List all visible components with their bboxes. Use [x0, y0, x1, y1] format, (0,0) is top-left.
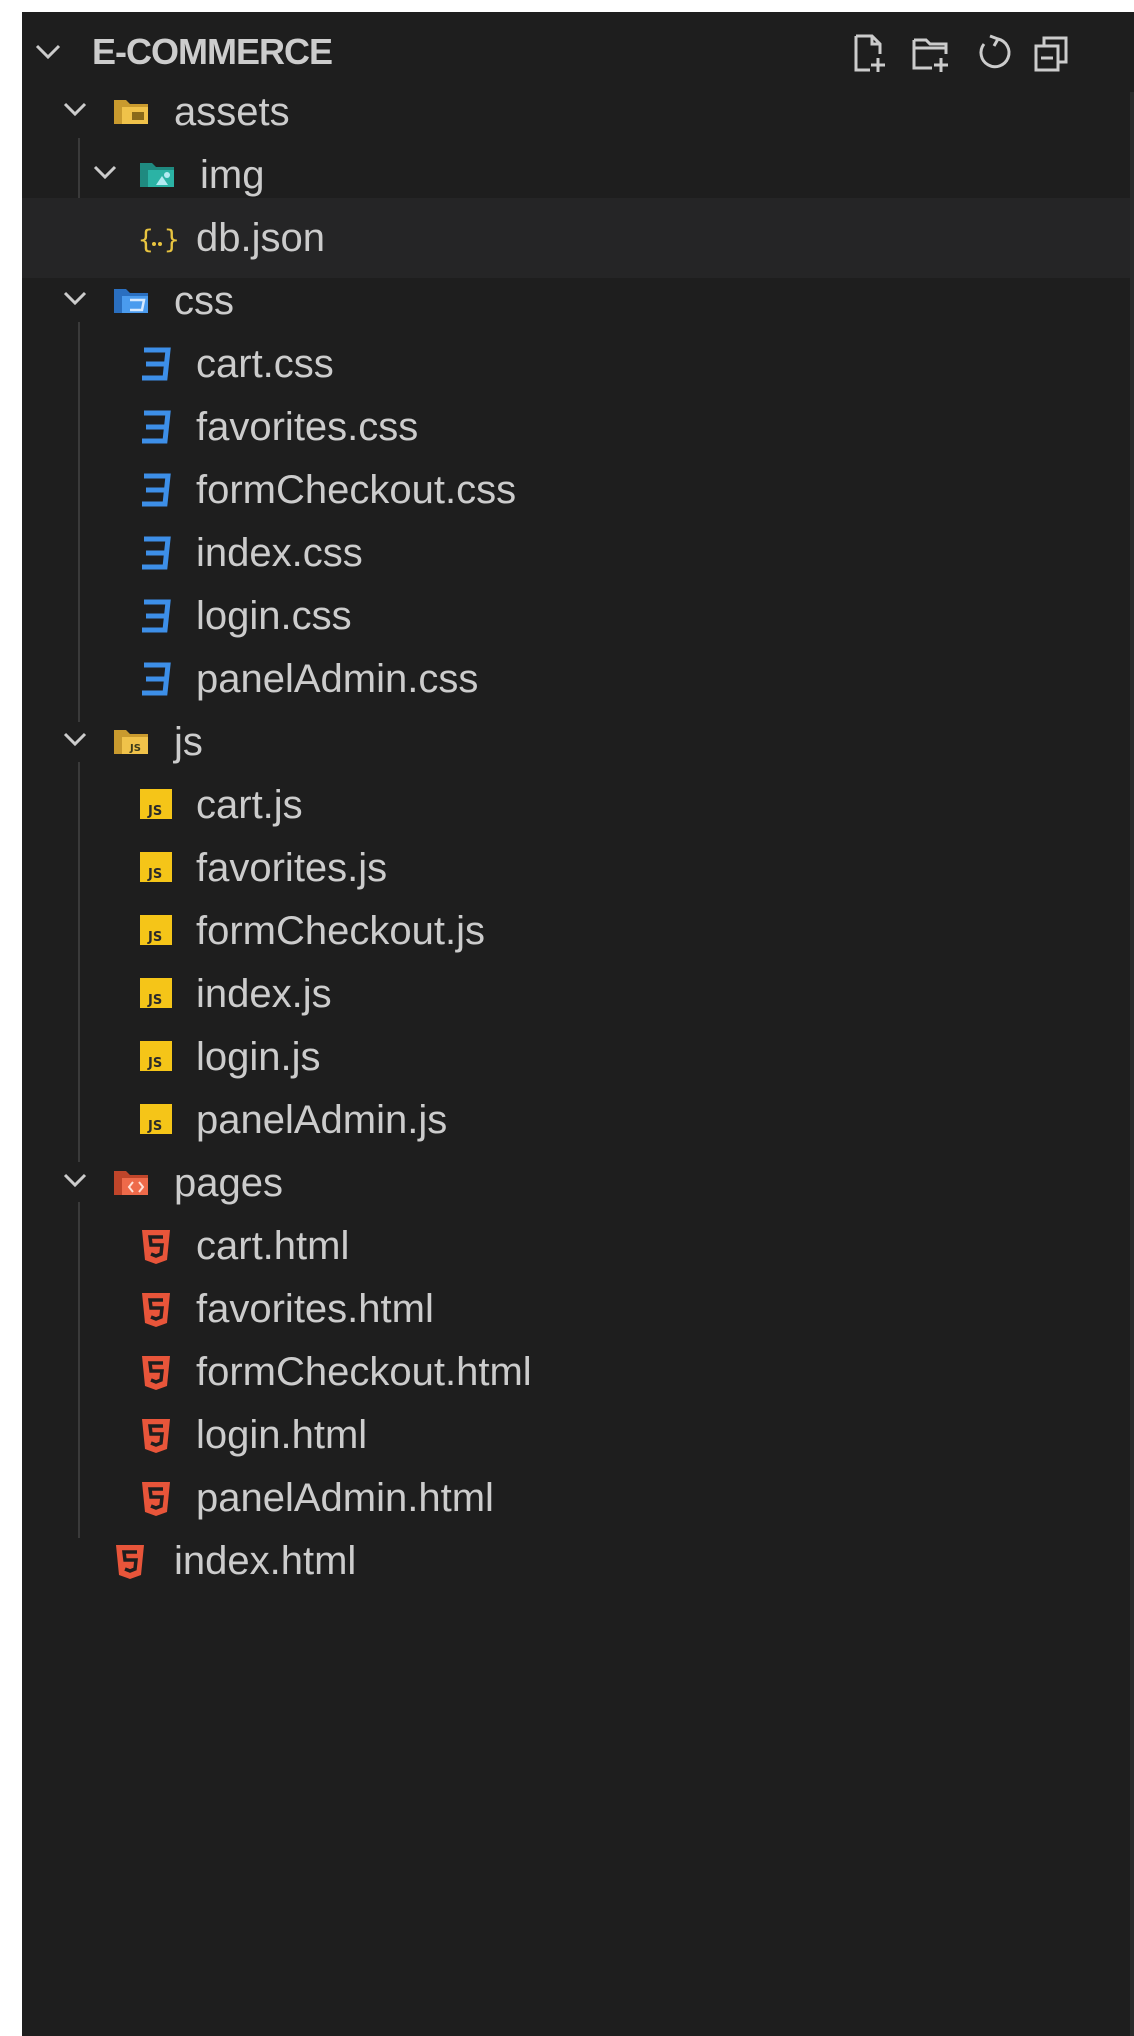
css-icon: [142, 662, 171, 696]
svg-text:}: }: [164, 225, 180, 255]
chevron-down-icon: [63, 732, 87, 747]
scrollbar-track[interactable]: [1130, 92, 1134, 2036]
svg-text:JS: JS: [147, 1119, 162, 1134]
js-icon: JS: [140, 852, 172, 882]
js-icon: JS: [140, 1104, 172, 1134]
css-icon: [142, 599, 171, 633]
js-icon: JS: [140, 978, 172, 1008]
folder-css-icon: [114, 289, 148, 313]
html-icon: [142, 1293, 170, 1327]
new-file-icon[interactable]: [848, 32, 890, 74]
js-icon: JS: [140, 915, 172, 945]
svg-text:JS: JS: [147, 993, 162, 1008]
svg-text:JS: JS: [147, 804, 162, 819]
css-icon: [142, 536, 171, 570]
chevron-down-icon: [63, 102, 87, 117]
css-icon: [142, 410, 171, 444]
css-icon: [142, 473, 171, 507]
svg-text:JS: JS: [147, 1056, 162, 1071]
html-icon: [142, 1356, 170, 1390]
new-folder-icon[interactable]: [910, 32, 952, 74]
svg-text:JS: JS: [147, 867, 162, 882]
js-icon: JS: [140, 1041, 172, 1071]
tree-item-label: index.html: [174, 1539, 357, 1583]
folder-pages-icon: [114, 1171, 148, 1195]
html-icon: [142, 1482, 170, 1516]
folder-assets-icon: [114, 100, 148, 124]
folder-images-icon: [140, 163, 174, 187]
svg-text:JS: JS: [147, 930, 162, 945]
collapse-all-icon[interactable]: [1032, 32, 1074, 74]
js-icon: JS: [140, 789, 172, 819]
html-icon: [142, 1230, 170, 1264]
chevron-down-icon: [63, 1173, 87, 1188]
tree-file-html[interactable]: index.html: [22, 1521, 1130, 1601]
json-icon: { }: [138, 225, 180, 255]
html-icon: [142, 1419, 170, 1453]
chevron-down-icon: [93, 165, 117, 180]
refresh-icon[interactable]: [972, 32, 1014, 74]
folder-js-icon: JS: [114, 730, 148, 754]
chevron-down-icon: [63, 291, 87, 306]
svg-text:JS: JS: [129, 743, 141, 754]
file-explorer-panel: E-COMMERCE assets img {} db.json css ca…: [22, 12, 1134, 2036]
css-icon: [142, 347, 171, 381]
html-icon: [116, 1545, 144, 1579]
svg-text:{: {: [138, 225, 154, 255]
chevron-down-icon[interactable]: [34, 40, 62, 62]
